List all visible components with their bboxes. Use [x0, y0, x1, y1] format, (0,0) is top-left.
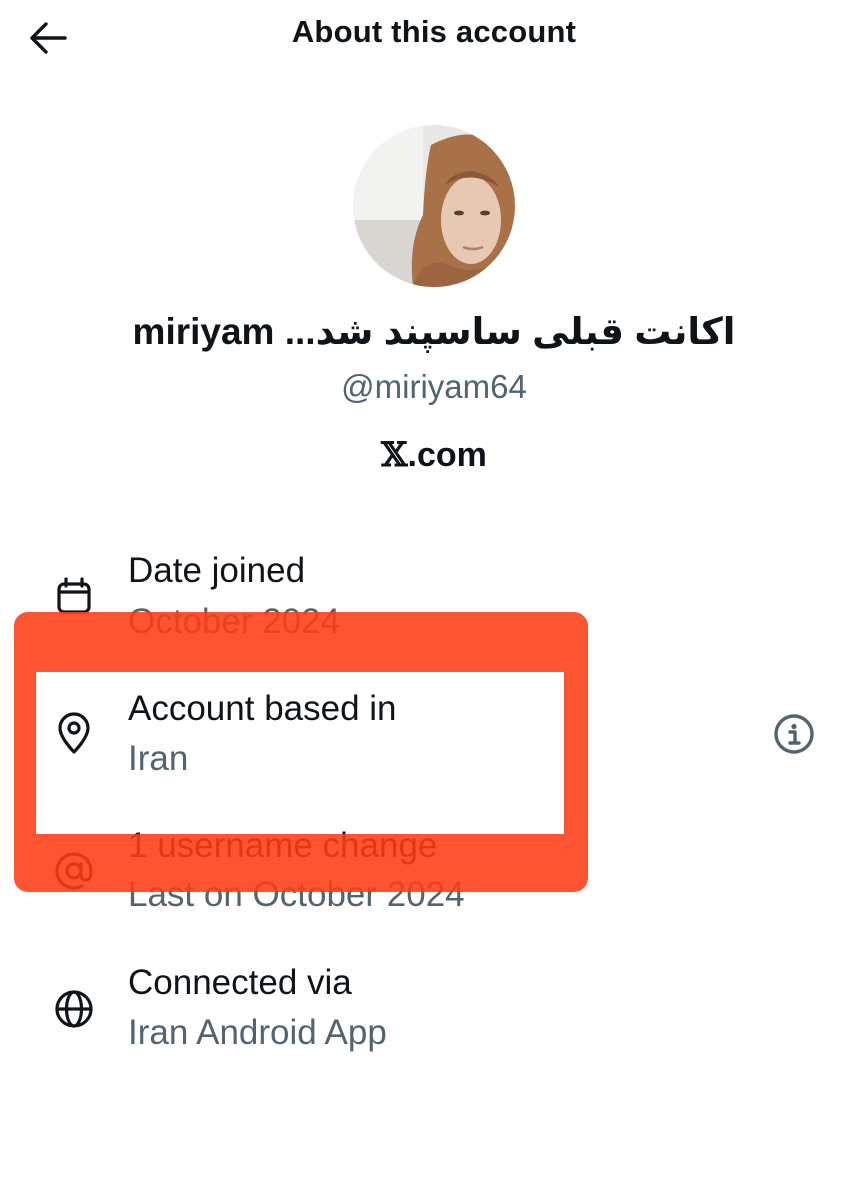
top-bar: About this account [0, 0, 868, 76]
info-button[interactable] [770, 710, 818, 758]
location-pin-icon [50, 709, 98, 757]
at-sign-icon [50, 847, 98, 895]
date-joined-label: Date joined [128, 551, 306, 590]
account-based-in-row: Account based in Iran [0, 683, 868, 793]
date-joined-row: Date joined October 2024 [0, 545, 868, 655]
avatar-image [353, 125, 515, 287]
connected-via-value: Iran Android App [128, 1013, 387, 1052]
avatar[interactable] [353, 125, 515, 287]
connected-via-row: Connected via Iran Android App [0, 957, 868, 1067]
x-logo-icon: 𝕏 [381, 435, 408, 475]
username-change-row: 1 username change Last on October 2024 [0, 820, 868, 930]
platform-label: 𝕏.com [0, 435, 868, 475]
account-based-in-label: Account based in [128, 689, 397, 728]
account-based-in-value: Iran [128, 739, 189, 778]
globe-icon [50, 985, 98, 1033]
username-change-label: 1 username change [128, 826, 438, 865]
platform-suffix: .com [407, 436, 487, 474]
info-icon [774, 714, 814, 754]
connected-via-label: Connected via [128, 963, 352, 1002]
calendar-icon [50, 573, 98, 621]
display-name: اکانت قبلی ساسپند شد... miriyam [132, 311, 736, 352]
username-change-value: Last on October 2024 [128, 875, 465, 914]
date-joined-value: October 2024 [128, 602, 341, 641]
page-title: About this account [291, 14, 577, 49]
username-handle: @miriyam64 [341, 368, 527, 405]
